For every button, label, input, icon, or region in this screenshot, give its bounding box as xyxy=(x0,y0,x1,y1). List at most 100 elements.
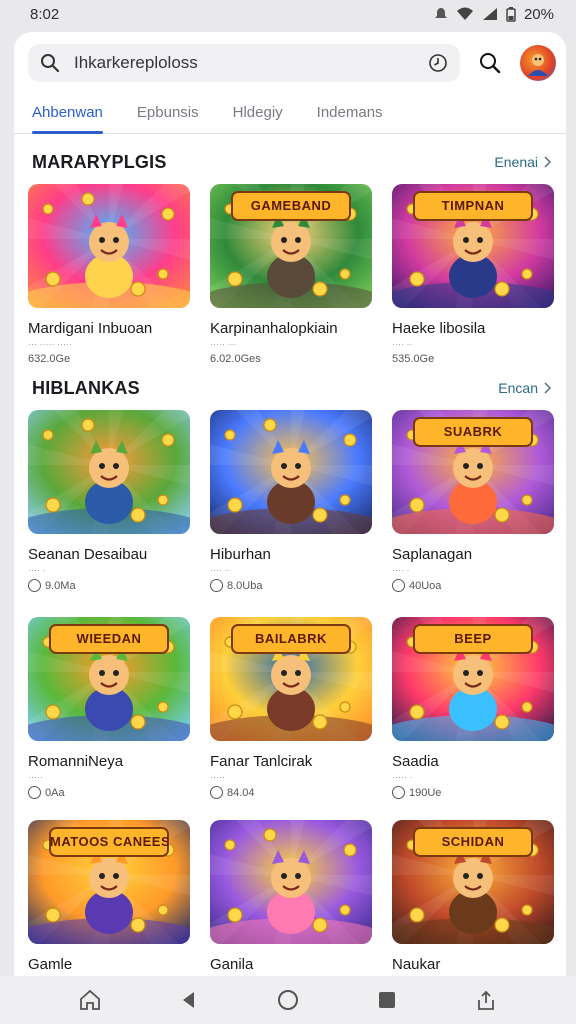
game-thumbnail[interactable]: BEEP xyxy=(392,617,554,741)
avatar[interactable] xyxy=(520,45,556,81)
game-subtitle: ····· · xyxy=(392,772,413,782)
game-meta-value: 0Aa xyxy=(45,786,65,799)
search-row: Ihkarkereploloss xyxy=(28,44,556,82)
game-meta: 84.04 xyxy=(210,786,372,799)
game-subtitle: ····· xyxy=(210,772,225,782)
card-grid-1: Seanan Desaibau ···· · 9.0Ma Hiburhan ···· … xyxy=(28,410,554,592)
game-title: Haeke libosila xyxy=(392,320,486,337)
chevron-right-icon xyxy=(544,156,552,168)
see-more-label-1: Encan xyxy=(498,380,538,396)
game-meta: 0Aa xyxy=(28,786,190,799)
clock-icon xyxy=(210,579,223,592)
game-title: Gamle xyxy=(28,956,73,973)
game-thumbnail[interactable] xyxy=(28,410,190,534)
game-thumbnail[interactable]: SCHIDAN xyxy=(392,820,554,944)
card-grid-3: MATOOS CANEES Gamle Ganila SCHIDAN Naukar xyxy=(28,820,554,973)
game-logo-text: SUABRK xyxy=(443,424,503,439)
game-thumbnail[interactable]: SUABRK xyxy=(392,410,554,534)
game-thumbnail[interactable]: WIEEDAN xyxy=(28,617,190,741)
search-icon xyxy=(40,53,60,73)
card-grid-2: WIEEDAN RomanniNeya ····· 0Aa BAILABRK Fanar… xyxy=(28,617,554,799)
game-thumbnail[interactable]: GAMEBAND xyxy=(210,184,372,308)
game-card[interactable]: SCHIDAN Naukar xyxy=(392,820,554,973)
game-card[interactable]: GAMEBAND Karpinanhalopkiain ····· ··· 6.02.… xyxy=(210,184,372,365)
game-title: Ganila xyxy=(210,956,254,973)
game-card[interactable]: BEEP Saadia ····· · 190Ue xyxy=(392,617,554,799)
search-input[interactable]: Ihkarkereploloss xyxy=(74,53,414,73)
game-meta-value: 6.02.0Ges xyxy=(210,353,261,365)
chevron-right-icon xyxy=(544,382,552,394)
clock-icon xyxy=(392,579,405,592)
game-meta: 9.0Ma xyxy=(28,579,190,592)
game-thumbnail[interactable] xyxy=(210,820,372,944)
game-title: Mardigani Inbuoan xyxy=(28,320,153,337)
game-meta: 190Ue xyxy=(392,786,554,799)
game-thumbnail[interactable]: TIMPNAN xyxy=(392,184,554,308)
game-thumbnail[interactable] xyxy=(210,410,372,534)
tab-0[interactable]: Ahbenwan xyxy=(32,98,103,134)
game-thumbnail[interactable]: MATOOS CANEES xyxy=(28,820,190,944)
game-subtitle: ···· · xyxy=(392,565,410,575)
game-card[interactable]: WIEEDAN RomanniNeya ····· 0Aa xyxy=(28,617,190,799)
game-logo-text: GAMEBAND xyxy=(250,198,332,213)
game-meta-value: 535.0Ge xyxy=(392,353,435,365)
search-box[interactable]: Ihkarkereploloss xyxy=(28,44,460,82)
game-title: Naukar xyxy=(392,956,441,973)
game-title: Saadia xyxy=(392,753,439,770)
status-time: 8:02 xyxy=(30,5,60,23)
clock-icon[interactable] xyxy=(428,53,448,73)
game-card[interactable]: Hiburhan ···· ·· 8.0Uba xyxy=(210,410,372,592)
tab-2[interactable]: Hldegiy xyxy=(233,98,283,133)
circle-home-icon[interactable] xyxy=(273,985,303,1015)
game-title: Hiburhan xyxy=(210,546,271,563)
game-thumbnail[interactable] xyxy=(28,184,190,308)
game-thumbnail[interactable]: BAILABRK xyxy=(210,617,372,741)
battery-icon xyxy=(506,6,516,22)
game-meta-value: 8.0Uba xyxy=(227,579,263,592)
see-more-1[interactable]: Encan xyxy=(498,380,552,396)
clock-icon xyxy=(392,786,405,799)
game-card[interactable]: Mardigani Inbuoan ··· ····· ····· 632.0Ge xyxy=(28,184,190,365)
game-subtitle: ···· ·· xyxy=(210,565,231,575)
game-meta-value: 40Uoa xyxy=(409,579,442,592)
tab-1[interactable]: Epbunsis xyxy=(137,98,199,133)
game-meta: 8.0Uba xyxy=(210,579,372,592)
square-recents-icon[interactable] xyxy=(372,985,402,1015)
game-meta-value: 9.0Ma xyxy=(45,579,76,592)
game-meta: 632.0Ge xyxy=(28,353,190,365)
game-card[interactable]: BAILABRK Fanar Tanlcirak ····· 84.04 xyxy=(210,617,372,799)
clock-icon xyxy=(28,579,41,592)
game-card[interactable]: SUABRK Saplanagan ···· · 40Uoa xyxy=(392,410,554,592)
search-button[interactable] xyxy=(476,49,504,77)
game-subtitle: ····· ··· xyxy=(210,339,237,349)
see-more-0[interactable]: Enenai xyxy=(494,154,552,170)
game-card[interactable]: MATOOS CANEES Gamle xyxy=(28,820,190,973)
game-meta: 40Uoa xyxy=(392,579,554,592)
game-subtitle: ···· ·· xyxy=(392,339,413,349)
share-icon[interactable] xyxy=(471,985,501,1015)
game-logo-text: MATOOS CANEES xyxy=(50,834,168,849)
system-nav-bar xyxy=(0,976,576,1024)
game-meta: 535.0Ge xyxy=(392,353,554,365)
see-more-label-0: Enenai xyxy=(494,154,538,170)
game-logo-text: BAILABRK xyxy=(255,631,327,646)
game-logo-text: BEEP xyxy=(454,631,492,646)
game-meta: 6.02.0Ges xyxy=(210,353,372,365)
game-logo-text: WIEEDAN xyxy=(76,631,142,646)
section-title-1: HIBLANKAS xyxy=(32,377,140,398)
clock-icon xyxy=(28,786,41,799)
game-subtitle: ··· ····· ····· xyxy=(28,339,72,349)
wifi-icon xyxy=(456,7,474,21)
game-meta-value: 632.0Ge xyxy=(28,353,71,365)
game-card[interactable]: Seanan Desaibau ···· · 9.0Ma xyxy=(28,410,190,592)
back-icon[interactable] xyxy=(174,985,204,1015)
signal-icon xyxy=(482,7,498,21)
game-subtitle: ···· · xyxy=(28,565,46,575)
game-subtitle: ····· xyxy=(28,772,43,782)
game-title: Seanan Desaibau xyxy=(28,546,148,563)
game-card[interactable]: TIMPNAN Haeke libosila ···· ·· 535.0Ge xyxy=(392,184,554,365)
tab-3[interactable]: Indemans xyxy=(317,98,383,133)
home-icon[interactable] xyxy=(75,985,105,1015)
game-title: Saplanagan xyxy=(392,546,473,563)
game-card[interactable]: Ganila xyxy=(210,820,372,973)
